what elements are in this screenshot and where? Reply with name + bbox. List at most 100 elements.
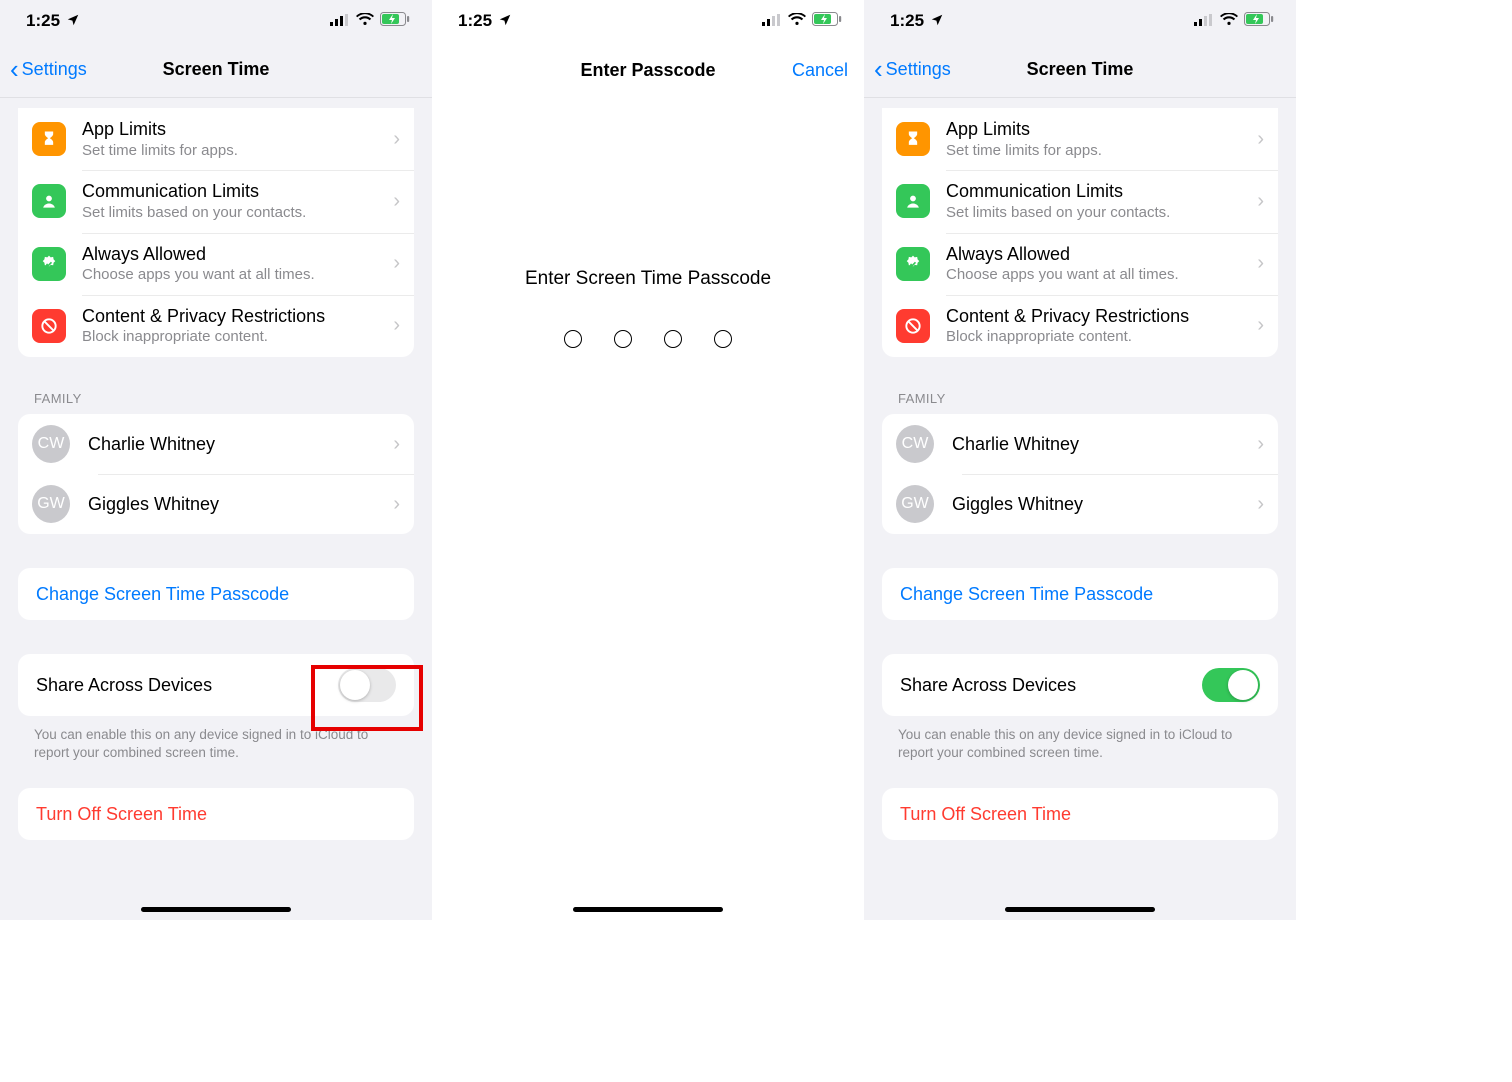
phone-screen-3: 1:25 ‹ Settings Screen Time <box>864 0 1296 920</box>
chevron-right-icon: › <box>1257 433 1264 456</box>
turn-off-group: Turn Off Screen Time <box>18 788 414 840</box>
chevron-left-icon: ‹ <box>10 56 19 82</box>
contact-icon <box>32 184 66 218</box>
turn-off-group: Turn Off Screen Time <box>882 788 1278 840</box>
back-label: Settings <box>22 59 87 80</box>
page-title: Screen Time <box>1027 59 1134 80</box>
share-footer-text: You can enable this on any device signed… <box>898 726 1262 762</box>
family-member-row[interactable]: GW Giggles Whitney › <box>882 474 1278 534</box>
family-name: Giggles Whitney <box>952 493 1251 516</box>
row-always-allowed[interactable]: Always Allowed Choose apps you want at a… <box>882 233 1278 295</box>
chevron-right-icon: › <box>1257 190 1264 213</box>
family-member-row[interactable]: CW Charlie Whitney › <box>18 414 414 474</box>
cellular-icon <box>762 11 782 31</box>
row-always-allowed[interactable]: Always Allowed Choose apps you want at a… <box>18 233 414 295</box>
checkmark-badge-icon <box>32 247 66 281</box>
nav-bar: Enter Passcode Cancel <box>432 42 864 98</box>
checkmark-badge-icon <box>896 247 930 281</box>
chevron-left-icon: ‹ <box>874 56 883 82</box>
battery-icon <box>380 11 410 31</box>
back-button[interactable]: ‹ Settings <box>874 58 951 82</box>
row-subtitle: Block inappropriate content. <box>82 328 387 347</box>
family-name: Charlie Whitney <box>88 433 387 456</box>
row-communication-limits[interactable]: Communication Limits Set limits based on… <box>18 170 414 232</box>
avatar: CW <box>896 425 934 463</box>
row-title: Always Allowed <box>946 243 1251 266</box>
cellular-icon <box>330 11 350 31</box>
family-member-row[interactable]: GW Giggles Whitney › <box>18 474 414 534</box>
cancel-button[interactable]: Cancel <box>792 60 848 81</box>
family-member-row[interactable]: CW Charlie Whitney › <box>882 414 1278 474</box>
change-passcode-label: Change Screen Time Passcode <box>36 584 289 605</box>
share-toggle[interactable] <box>338 668 396 702</box>
back-label: Settings <box>886 59 951 80</box>
turn-off-button[interactable]: Turn Off Screen Time <box>882 788 1278 840</box>
share-across-devices-row[interactable]: Share Across Devices <box>882 654 1278 716</box>
row-title: Communication Limits <box>946 180 1251 203</box>
share-across-devices-row[interactable]: Share Across Devices <box>18 654 414 716</box>
family-section-header: FAMILY <box>34 391 398 406</box>
family-section-header: FAMILY <box>898 391 1262 406</box>
nav-bar: ‹ Settings Screen Time <box>864 42 1296 98</box>
row-app-limits[interactable]: App Limits Set time limits for apps. › <box>18 108 414 170</box>
passcode-dot <box>614 330 632 348</box>
home-indicator[interactable] <box>573 907 723 912</box>
status-time: 1:25 <box>890 11 924 31</box>
home-indicator[interactable] <box>141 907 291 912</box>
chevron-right-icon: › <box>393 252 400 275</box>
share-toggle[interactable] <box>1202 668 1260 702</box>
status-time: 1:25 <box>26 11 60 31</box>
chevron-right-icon: › <box>393 433 400 456</box>
row-subtitle: Choose apps you want at all times. <box>946 266 1251 285</box>
row-content-restrictions[interactable]: Content & Privacy Restrictions Block ina… <box>882 295 1278 357</box>
status-bar: 1:25 <box>0 0 432 42</box>
phone-screen-1: 1:25 ‹ Settings Screen Time <box>0 0 432 920</box>
change-passcode-button[interactable]: Change Screen Time Passcode <box>18 568 414 620</box>
change-passcode-button[interactable]: Change Screen Time Passcode <box>882 568 1278 620</box>
settings-group-limits: App Limits Set time limits for apps. › C… <box>18 108 414 357</box>
location-icon <box>498 13 512 30</box>
family-group: CW Charlie Whitney › GW Giggles Whitney … <box>18 414 414 534</box>
nav-bar: ‹ Settings Screen Time <box>0 42 432 98</box>
chevron-right-icon: › <box>1257 314 1264 337</box>
passcode-prompt: Enter Screen Time Passcode <box>432 268 864 290</box>
row-communication-limits[interactable]: Communication Limits Set limits based on… <box>882 170 1278 232</box>
hourglass-icon <box>32 122 66 156</box>
contact-icon <box>896 184 930 218</box>
page-title: Screen Time <box>163 59 270 80</box>
chevron-right-icon: › <box>1257 252 1264 275</box>
status-bar: 1:25 <box>432 0 864 42</box>
share-footer-text: You can enable this on any device signed… <box>34 726 398 762</box>
wifi-icon <box>356 11 374 31</box>
row-content-restrictions[interactable]: Content & Privacy Restrictions Block ina… <box>18 295 414 357</box>
chevron-right-icon: › <box>393 128 400 151</box>
no-entry-icon <box>896 309 930 343</box>
location-icon <box>930 13 944 30</box>
row-subtitle: Set time limits for apps. <box>82 142 387 161</box>
passcode-dot <box>714 330 732 348</box>
back-button[interactable]: ‹ Settings <box>10 58 87 82</box>
passcode-dot <box>564 330 582 348</box>
chevron-right-icon: › <box>1257 493 1264 516</box>
share-label: Share Across Devices <box>900 674 1076 697</box>
row-app-limits[interactable]: App Limits Set time limits for apps. › <box>882 108 1278 170</box>
chevron-right-icon: › <box>393 314 400 337</box>
change-passcode-group: Change Screen Time Passcode <box>882 568 1278 620</box>
passcode-dot <box>664 330 682 348</box>
row-title: App Limits <box>946 118 1251 141</box>
battery-icon <box>1244 11 1274 31</box>
turn-off-button[interactable]: Turn Off Screen Time <box>18 788 414 840</box>
cancel-label: Cancel <box>792 60 848 80</box>
status-time: 1:25 <box>458 11 492 31</box>
row-title: App Limits <box>82 118 387 141</box>
battery-icon <box>812 11 842 31</box>
turn-off-label: Turn Off Screen Time <box>900 804 1071 825</box>
row-title: Always Allowed <box>82 243 387 266</box>
row-subtitle: Set limits based on your contacts. <box>946 204 1251 223</box>
row-subtitle: Choose apps you want at all times. <box>82 266 387 285</box>
family-name: Giggles Whitney <box>88 493 387 516</box>
change-passcode-group: Change Screen Time Passcode <box>18 568 414 620</box>
family-group: CW Charlie Whitney › GW Giggles Whitney … <box>882 414 1278 534</box>
home-indicator[interactable] <box>1005 907 1155 912</box>
share-devices-group: Share Across Devices <box>18 654 414 716</box>
